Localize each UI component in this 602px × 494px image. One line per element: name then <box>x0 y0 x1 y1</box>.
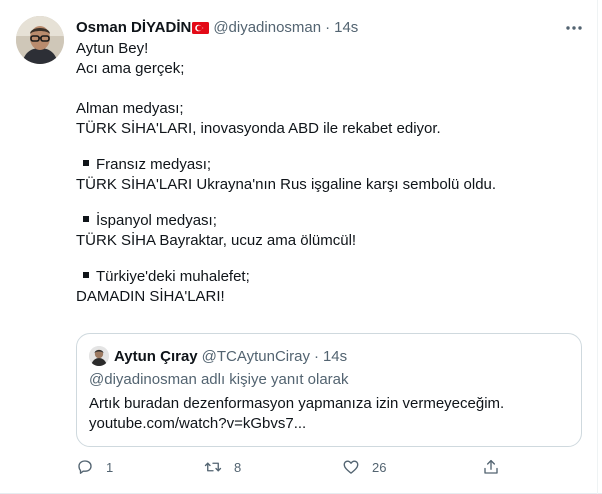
share-button[interactable] <box>482 456 500 478</box>
tweet-line: DAMADIN SİHA'LARI! <box>76 288 225 305</box>
bullet-square-icon <box>83 216 89 222</box>
share-icon <box>484 459 498 474</box>
tweet-line <box>76 79 576 99</box>
quoted-tweet-text: Artık buradan dezenformasyon yapmanıza i… <box>89 394 569 434</box>
quoted-avatar-photo-icon <box>89 346 109 366</box>
quoted-author-avatar[interactable] <box>89 346 109 366</box>
reply-button[interactable]: 1 <box>76 456 113 478</box>
reply-count: 1 <box>106 459 114 475</box>
like-button[interactable]: 26 <box>342 456 386 478</box>
tweet-header: Osman DİYADİN @diyadinosman · 14s <box>76 18 562 38</box>
tweet-line <box>76 195 576 211</box>
column-border <box>597 0 598 494</box>
retweet-icon <box>204 462 222 472</box>
bullet-square-icon <box>83 160 89 166</box>
tweet-time[interactable]: 14s <box>334 18 358 38</box>
tweet-line: TÜRK SİHA'LARI, inovasyonda ABD ile reka… <box>76 120 441 137</box>
quoted-tweet-header: Aytun Çıray @TCAytunCiray · 14s <box>89 346 347 366</box>
avatar-photo-icon <box>16 16 64 64</box>
like-icon <box>343 460 359 474</box>
quoted-tweet[interactable]: Aytun Çıray @TCAytunCiray · 14s @diyadin… <box>76 333 582 447</box>
quoted-link[interactable]: youtube.com/watch?v=kGbvs7... <box>89 414 569 434</box>
reply-icon <box>78 460 92 474</box>
bullet-square-icon <box>83 272 89 278</box>
retweet-count: 8 <box>234 459 242 475</box>
header-separator: · <box>325 19 331 36</box>
author-avatar[interactable] <box>16 16 64 64</box>
tweet-line: Aytun Bey! <box>76 40 149 57</box>
author-handle[interactable]: @diyadinosman <box>213 18 321 38</box>
tweet-text: Aytun Bey! Acı ama gerçek; Alman medyası… <box>76 39 576 307</box>
retweet-button[interactable]: 8 <box>204 456 241 478</box>
tweet[interactable]: Osman DİYADİN @diyadinosman · 14s Aytun … <box>0 0 602 494</box>
author-name[interactable]: Osman DİYADİN <box>76 18 191 38</box>
action-bar: 1 8 26 <box>76 456 506 478</box>
tweet-line: Fransız medyası; <box>76 155 576 175</box>
quoted-text-line: Artık buradan dezenformasyon yapmanıza i… <box>89 395 505 412</box>
more-icon <box>566 26 582 30</box>
quoted-tweet-time[interactable]: 14s <box>323 348 347 365</box>
tweet-line <box>76 251 576 267</box>
turkey-flag-icon <box>192 22 210 34</box>
tweet-line: TÜRK SİHA'LARI Ukrayna'nın Rus işgaline … <box>76 176 497 193</box>
quoted-author-handle[interactable]: @TCAytunCiray <box>202 348 310 365</box>
quoted-author-name[interactable]: Aytun Çıray <box>114 348 198 365</box>
tweet-line: Acı ama gerçek; <box>76 60 185 77</box>
tweet-line: Alman medyası; <box>76 100 184 117</box>
tweet-line: Türkiye'deki muhalefet; <box>76 267 576 287</box>
replying-to-text: @diyadinosman adlı kişiye yanıt olarak <box>89 371 349 388</box>
tweet-line <box>76 139 576 155</box>
quoted-header-separator: · <box>313 347 319 365</box>
tweet-line: İspanyol medyası; <box>76 211 576 231</box>
more-options-button[interactable] <box>562 18 586 38</box>
tweet-line: TÜRK SİHA Bayraktar, ucuz ama ölümcül! <box>76 232 357 249</box>
like-count: 26 <box>372 459 387 475</box>
